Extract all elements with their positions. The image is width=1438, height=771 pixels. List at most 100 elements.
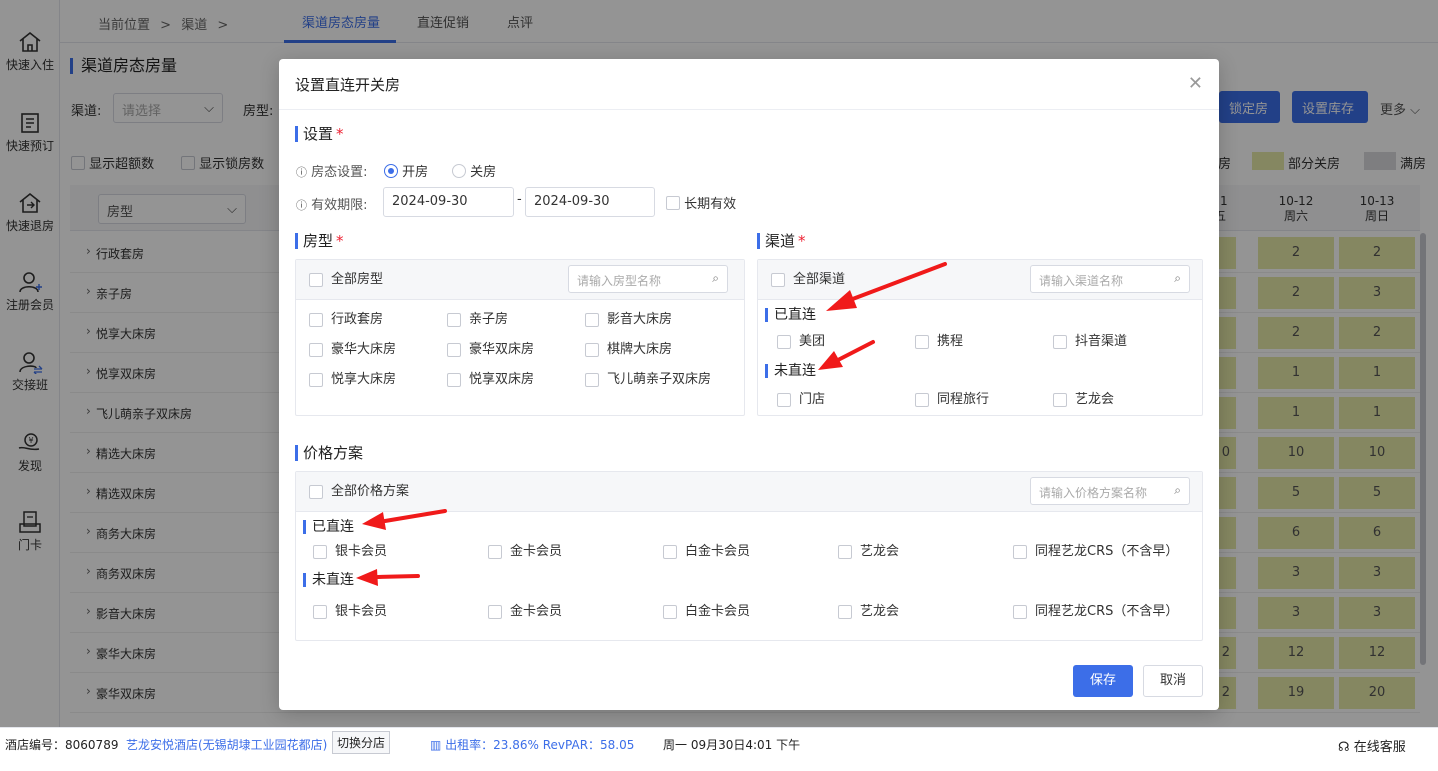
price-plan-checkbox[interactable]: 银卡会员 [313, 604, 463, 620]
checkbox-box[interactable] [585, 343, 599, 357]
checkbox-box[interactable] [1053, 393, 1067, 407]
checkbox-box[interactable] [309, 313, 323, 327]
all-rooms-checkbox[interactable]: 全部房型 [309, 272, 383, 288]
room-type-checkbox[interactable]: 豪华双床房 [447, 342, 577, 358]
all-prices-checkbox[interactable]: 全部价格方案 [309, 484, 409, 500]
nondirect-prices-label: 未直连 [303, 573, 354, 587]
section-title-text: 渠道 [765, 232, 796, 250]
checkbox-box[interactable] [1053, 335, 1067, 349]
channel-checkbox[interactable]: 艺龙会 [1053, 392, 1183, 408]
checkbox-box[interactable] [663, 545, 677, 559]
checkbox-box[interactable] [1013, 545, 1027, 559]
room-type-checkbox[interactable]: 行政套房 [309, 312, 439, 328]
radio-label: 开房 [402, 165, 429, 180]
modal-divider [279, 109, 1219, 110]
checkbox-box[interactable] [838, 545, 852, 559]
date-to-input[interactable]: 2024-09-30 [525, 187, 655, 217]
checkbox-box[interactable] [447, 313, 461, 327]
room-type-checkbox[interactable]: 悦享双床房 [447, 372, 577, 388]
checkbox-box[interactable] [447, 373, 461, 387]
channel-search-input[interactable]: 请输入渠道名称 ⌕ [1030, 265, 1190, 293]
checkbox-box[interactable] [313, 545, 327, 559]
checkbox-box[interactable] [585, 373, 599, 387]
bar-chart-icon: ▥ [430, 738, 442, 752]
radio-label: 关房 [470, 165, 497, 180]
radio-open[interactable]: 开房 [384, 161, 428, 180]
search-icon: ⌕ [1174, 483, 1181, 497]
checkbox-box[interactable] [585, 313, 599, 327]
checkbox-label: 抖音渠道 [1075, 334, 1128, 349]
checkbox-box[interactable] [309, 273, 323, 287]
checkbox-label: 豪华双床房 [469, 342, 535, 357]
switch-store-button[interactable]: 切换分店 [332, 731, 391, 754]
checkbox-box[interactable] [309, 485, 323, 499]
long-valid-checkbox[interactable]: 长期有效 [666, 193, 736, 212]
checkbox-box[interactable] [915, 393, 929, 407]
price-plan-checkbox[interactable]: 同程艺龙CRS（不含早） [1013, 544, 1178, 560]
checkbox-box[interactable] [666, 196, 680, 210]
roomtype-panel: 全部房型 请输入房型名称 ⌕ 行政套房 亲子房 影音大床房豪华大床房 豪华双床房 棋牌大床… [295, 259, 745, 416]
price-plan-checkbox[interactable]: 艺龙会 [838, 604, 988, 620]
price-plan-checkbox[interactable]: 同程艺龙CRS（不含早） [1013, 604, 1178, 620]
close-icon[interactable]: ✕ [1188, 73, 1203, 94]
room-type-checkbox[interactable]: 悦享大床房 [309, 372, 439, 388]
checkbox-box[interactable] [771, 273, 785, 287]
section-title-text: 房型 [303, 232, 334, 250]
checkbox-label: 悦享双床房 [469, 372, 535, 387]
save-button[interactable]: 保存 [1073, 665, 1133, 697]
price-plan-checkbox[interactable]: 金卡会员 [488, 604, 638, 620]
checkbox-label: 艺龙会 [860, 544, 900, 559]
checkbox-box[interactable] [313, 605, 327, 619]
room-type-checkbox[interactable]: 飞儿萌亲子双床房 [585, 372, 715, 388]
checkbox-label: 门店 [799, 392, 826, 407]
checkbox-box[interactable] [488, 605, 502, 619]
checkbox-box[interactable] [1013, 605, 1027, 619]
room-type-checkbox[interactable]: 影音大床房 [585, 312, 715, 328]
channel-checkbox[interactable]: 携程 [915, 334, 1045, 350]
room-status-label-text: 房态设置: [311, 165, 368, 180]
price-plan-checkbox[interactable]: 银卡会员 [313, 544, 463, 560]
room-type-checkbox[interactable]: 亲子房 [447, 312, 577, 328]
occupancy-info: ▥ 出租率：23.86% RevPAR：58.05 [430, 736, 634, 753]
channel-checkbox[interactable]: 抖音渠道 [1053, 334, 1183, 350]
checkbox-box[interactable] [777, 393, 791, 407]
section-title-text: 设置 [303, 125, 334, 143]
price-search-input[interactable]: 请输入价格方案名称 ⌕ [1030, 477, 1190, 505]
online-service-button[interactable]: ☊ 在线客服 [1338, 736, 1406, 755]
channel-checkbox[interactable]: 门店 [777, 392, 907, 408]
hotel-name-link[interactable]: 艺龙安悦酒店(无锡胡埭工业园花都店) [126, 736, 327, 753]
radio-button[interactable] [452, 164, 466, 178]
room-type-checkbox[interactable]: 棋牌大床房 [585, 342, 715, 358]
channel-checkbox[interactable]: 美团 [777, 334, 907, 350]
price-plan-checkbox[interactable]: 白金卡会员 [663, 544, 813, 560]
price-plan-checkbox[interactable]: 金卡会员 [488, 544, 638, 560]
checkbox-box[interactable] [777, 335, 791, 349]
help-icon: ⓘ [296, 166, 307, 179]
price-plan-checkbox[interactable]: 白金卡会员 [663, 604, 813, 620]
checkbox-box[interactable] [915, 335, 929, 349]
checkbox-label: 白金卡会员 [685, 544, 751, 559]
search-placeholder: 请输入价格方案名称 [1039, 486, 1148, 500]
date-from-input[interactable]: 2024-09-30 [383, 187, 514, 217]
hotel-no-value: 8060789 [65, 738, 119, 752]
all-channels-checkbox[interactable]: 全部渠道 [771, 272, 845, 288]
checkbox-box[interactable] [309, 343, 323, 357]
room-type-checkbox[interactable]: 豪华大床房 [309, 342, 439, 358]
checkbox-box[interactable] [488, 545, 502, 559]
checkbox-label: 携程 [937, 334, 964, 349]
online-service-label: 在线客服 [1353, 740, 1406, 755]
checkbox-label: 飞儿萌亲子双床房 [607, 372, 712, 387]
checkbox-box[interactable] [447, 343, 461, 357]
checkbox-box[interactable] [663, 605, 677, 619]
radio-close[interactable]: 关房 [452, 161, 496, 180]
settings-section-title: 设置 * [295, 126, 344, 142]
checkbox-label: 艺龙会 [860, 604, 900, 619]
radio-button[interactable] [384, 164, 398, 178]
checkbox-box[interactable] [309, 373, 323, 387]
channel-checkbox[interactable]: 同程旅行 [915, 392, 1045, 408]
cancel-button[interactable]: 取消 [1143, 665, 1203, 697]
room-search-input[interactable]: 请输入房型名称 ⌕ [568, 265, 728, 293]
price-plan-checkbox[interactable]: 艺龙会 [838, 544, 988, 560]
checkbox-label: 金卡会员 [510, 604, 563, 619]
checkbox-box[interactable] [838, 605, 852, 619]
